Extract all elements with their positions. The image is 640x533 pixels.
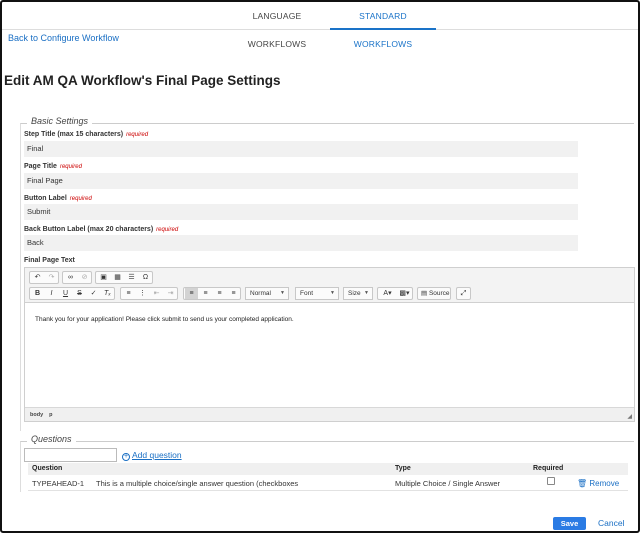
editor-toolbar: ↶ ↷ ∞ ⊘ ▣ ▦ ☰ Ω B I U S ✓ Tₓ ≡ ⋮ ⇤ ⇥ ≡ ≡… [25, 268, 634, 303]
question-text: This is a multiple choice/single answer … [96, 479, 299, 488]
final-page-text-label: Final Page Text [24, 257, 75, 264]
back-to-configure-link[interactable]: Back to Configure Workflow [8, 33, 119, 43]
plus-circle-icon: + [122, 453, 130, 461]
source-icon: ▤ [421, 290, 429, 297]
back-button-label-label: Back Button Label (max 20 characters) req… [24, 226, 179, 233]
questions-table-header: Question Type Required [28, 463, 628, 475]
page-title-label: Page Title required [24, 163, 82, 170]
required-marker: required [59, 164, 82, 170]
required-marker: required [69, 196, 92, 202]
required-marker: required [126, 132, 149, 138]
tab-language-workflows[interactable]: LANGUAGE WORKFLOWS [224, 2, 330, 49]
history-group: ↶ ↷ [29, 271, 59, 284]
insert-group: ▣ ▦ ☰ Ω [95, 271, 153, 284]
indent-icon[interactable]: ⇥ [164, 288, 177, 299]
image-icon[interactable]: ▣ [97, 272, 110, 283]
basic-settings-legend: Basic Settings [27, 116, 93, 126]
justify-icon[interactable]: ≡ [227, 288, 240, 299]
questions-legend: Questions [27, 434, 76, 444]
format-select[interactable]: Normal ▼ [245, 287, 289, 300]
size-select[interactable]: Size ▼ [343, 287, 373, 300]
link-icon[interactable]: ∞ [64, 272, 77, 283]
question-type: Multiple Choice / Single Answer [395, 479, 501, 488]
special-char-icon[interactable]: Ω [139, 272, 152, 283]
path-body[interactable]: body [30, 412, 43, 418]
source-button[interactable]: ▤ Source [417, 287, 451, 300]
save-button[interactable]: Save [553, 517, 586, 530]
question-id: TYPEAHEAD-1 [32, 479, 85, 488]
align-right-icon[interactable]: ≡ [213, 288, 226, 299]
page-title-input[interactable]: Final Page [24, 173, 578, 189]
path-p[interactable]: p [49, 412, 52, 418]
required-marker: required [156, 227, 179, 233]
app-frame: LANGUAGE WORKFLOWS STANDARD WORKFLOWS Ba… [0, 0, 640, 533]
strikethrough-icon[interactable]: S [73, 288, 86, 299]
italic-icon[interactable]: I [45, 288, 58, 299]
link-group: ∞ ⊘ [62, 271, 92, 284]
rich-text-editor: ↶ ↷ ∞ ⊘ ▣ ▦ ☰ Ω B I U S ✓ Tₓ ≡ ⋮ ⇤ ⇥ ≡ ≡… [24, 267, 635, 422]
maximize-group: ⤢ [456, 287, 471, 300]
question-search-input[interactable] [24, 448, 117, 462]
table-icon[interactable]: ▦ [111, 272, 124, 283]
step-title-input[interactable]: Final [24, 141, 578, 157]
remove-question-button[interactable]: 🗑 Remove [577, 477, 619, 491]
trash-icon: 🗑 [577, 479, 590, 488]
chevron-down-icon: ▼ [330, 290, 335, 296]
header-question: Question [32, 465, 63, 472]
bulleted-list-icon[interactable]: ⋮ [136, 288, 149, 299]
tab-standard-workflows[interactable]: STANDARD WORKFLOWS [330, 2, 436, 49]
numbered-list-icon[interactable]: ≡ [122, 288, 135, 299]
header-type: Type [395, 465, 411, 472]
chevron-down-icon: ▼ [364, 290, 369, 296]
redo-icon[interactable]: ↷ [45, 272, 58, 283]
workflow-tabs: LANGUAGE WORKFLOWS STANDARD WORKFLOWS [2, 2, 638, 49]
add-question-link[interactable]: + Add question [122, 450, 182, 461]
unlink-icon[interactable]: ⊘ [78, 272, 91, 283]
editor-statusbar: body p [25, 407, 634, 421]
resize-handle-icon[interactable]: ◢ [627, 413, 632, 420]
button-label-input[interactable]: Submit [24, 204, 578, 220]
basic-styles-group: B I U S ✓ Tₓ [29, 287, 115, 300]
color-group: A▾ ▩▾ [377, 287, 413, 300]
table-row: TYPEAHEAD-1 This is a multiple choice/si… [28, 477, 628, 491]
editor-content[interactable]: Thank you for your application! Please c… [35, 316, 294, 323]
list-group: ≡ ⋮ ⇤ ⇥ [120, 287, 178, 300]
outdent-icon[interactable]: ⇤ [150, 288, 163, 299]
remove-format-icon[interactable]: Tₓ [101, 288, 114, 299]
maximize-icon[interactable]: ⤢ [457, 288, 470, 299]
bold-icon[interactable]: B [31, 288, 44, 299]
cancel-button[interactable]: Cancel [598, 517, 624, 530]
format-painter-icon[interactable]: ✓ [87, 288, 100, 299]
background-color-icon[interactable]: ▩▾ [396, 288, 413, 299]
header-required: Required [533, 465, 564, 472]
back-button-label-input[interactable]: Back [24, 235, 578, 251]
align-group: ≡ ≡ ≡ ≡ [183, 287, 241, 300]
underline-icon[interactable]: U [59, 288, 72, 299]
button-label-label: Button Label required [24, 195, 92, 202]
undo-icon[interactable]: ↶ [31, 272, 44, 283]
step-title-label: Step Title (max 15 characters) required [24, 131, 149, 138]
align-center-icon[interactable]: ≡ [199, 288, 212, 299]
chevron-down-icon: ▼ [280, 290, 285, 296]
text-color-icon[interactable]: A▾ [379, 288, 396, 299]
horizontal-line-icon[interactable]: ☰ [125, 272, 138, 283]
page-title: Edit AM QA Workflow's Final Page Setting… [4, 73, 281, 88]
align-left-icon[interactable]: ≡ [185, 288, 198, 299]
required-checkbox[interactable] [547, 477, 555, 485]
font-select[interactable]: Font ▼ [295, 287, 339, 300]
